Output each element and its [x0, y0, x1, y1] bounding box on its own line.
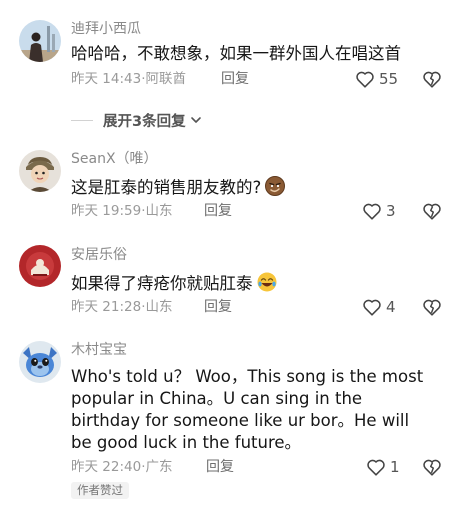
like-button[interactable]: 1: [365, 456, 400, 478]
comment-location: 山东: [145, 203, 173, 219]
broken-heart-icon: [423, 71, 441, 88]
like-button[interactable]: 4: [361, 296, 396, 318]
author-liked-badge: 作者赞过: [71, 482, 129, 499]
avatar[interactable]: [19, 20, 61, 62]
comment-meta: 昨天 14:43·阿联酋: [71, 70, 186, 88]
avatar[interactable]: [19, 150, 61, 192]
comment-meta: 昨天 22:40·广东: [71, 458, 173, 476]
heart-outline-icon: [363, 203, 381, 220]
comment-time: 昨天 14:43: [71, 71, 142, 87]
comment-meta: 昨天 21:28·山东: [71, 298, 173, 316]
username[interactable]: SeanX（唯）: [71, 150, 158, 168]
comment-text: 如果得了痔疮你就贴肛泰: [71, 271, 431, 295]
chevron-down-icon: [190, 117, 201, 123]
broken-heart-icon: [423, 459, 441, 476]
avatar-image: [19, 20, 61, 62]
laughing-emoji-icon: [257, 272, 276, 292]
avatar[interactable]: [19, 341, 61, 383]
comment-text: Who's told u？ Woo，This song is the most …: [71, 367, 424, 452]
like-count: 4: [386, 298, 396, 316]
comment-time: 昨天 19:59: [71, 203, 142, 219]
dislike-button[interactable]: [421, 456, 443, 478]
comment-text: 哈哈哈，不敢想象，如果一群外国人在唱这首: [71, 44, 401, 63]
broken-heart-icon: [423, 299, 441, 316]
avatar-image: [19, 150, 61, 192]
comment-time: 昨天 22:40: [71, 459, 142, 475]
dislike-button[interactable]: [421, 68, 443, 90]
like-button[interactable]: 3: [361, 200, 396, 222]
expand-replies-button[interactable]: 展开3条回复: [71, 110, 203, 130]
like-button[interactable]: 55: [354, 68, 398, 90]
avatar-image: [19, 245, 61, 287]
dislike-button[interactable]: [421, 296, 443, 318]
heart-outline-icon: [356, 71, 374, 88]
comment-text-content: 如果得了痔疮你就贴肛泰: [71, 274, 253, 293]
avatar[interactable]: [19, 245, 61, 287]
username[interactable]: 木村宝宝: [71, 341, 127, 359]
dislike-button[interactable]: [421, 200, 443, 222]
like-count: 3: [386, 202, 396, 220]
username[interactable]: 安居乐俗: [71, 246, 127, 264]
like-count: 55: [379, 70, 399, 88]
broken-heart-icon: [423, 203, 441, 220]
comment-location: 广东: [145, 459, 173, 475]
smirk-emoji-icon: [265, 176, 286, 196]
comment-meta: 昨天 19:59·山东: [71, 202, 173, 220]
heart-outline-icon: [363, 299, 381, 316]
comment-location: 山东: [145, 299, 173, 315]
divider-line: [71, 119, 93, 121]
username[interactable]: 迪拜小西瓜: [71, 20, 141, 38]
comment-location: 阿联酋: [145, 71, 187, 87]
reply-button[interactable]: 回复: [204, 202, 232, 220]
comment-text: 这是肛泰的销售朋友教的?: [71, 175, 431, 199]
reply-button[interactable]: 回复: [221, 70, 249, 88]
comment-time: 昨天 21:28: [71, 299, 142, 315]
reply-button[interactable]: 回复: [204, 298, 232, 316]
heart-outline-icon: [367, 459, 385, 476]
reply-button[interactable]: 回复: [206, 458, 234, 476]
like-count: 1: [390, 458, 400, 476]
avatar-image: [19, 341, 61, 383]
comment-text-content: 这是肛泰的销售朋友教的?: [71, 178, 262, 197]
expand-replies-label: 展开3条回复: [103, 113, 186, 130]
